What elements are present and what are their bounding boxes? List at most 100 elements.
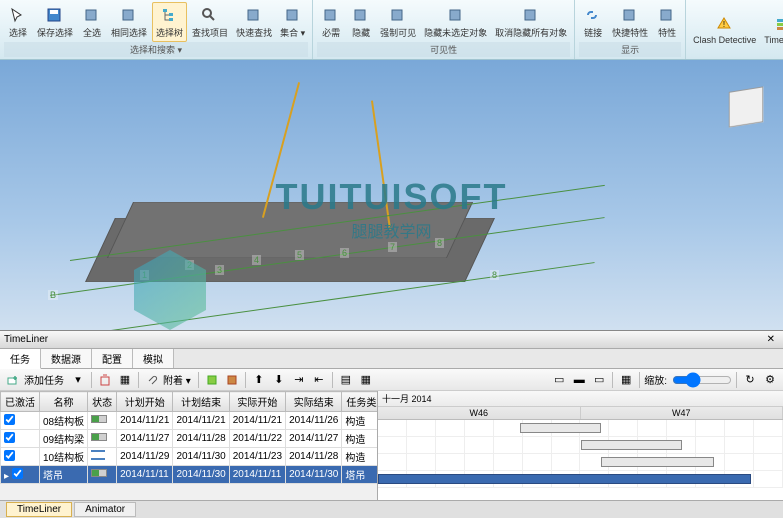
active-checkbox[interactable]	[4, 432, 15, 443]
force-button[interactable]: 强制可见	[377, 2, 419, 42]
gantt-chart[interactable]: 十一月 2014 W46W47	[378, 391, 783, 500]
props-button[interactable]: 特性	[653, 2, 681, 42]
table-row[interactable]: ▸ 塔吊2014/11/112014/11/302014/11/112014/1…	[1, 466, 379, 484]
tl-icon	[774, 15, 783, 35]
outdent-button[interactable]: ⇤	[310, 371, 328, 389]
status-icon	[91, 469, 107, 477]
ribbon: 选择保存选择全选相同选择选择树查找项目快速查找集合 ▾选择和搜索 ▾必需隐藏强制…	[0, 0, 783, 60]
gantt-bar[interactable]	[520, 423, 601, 433]
viewcube[interactable]	[729, 86, 763, 127]
bottom-tab-animator[interactable]: Animator	[74, 502, 136, 517]
gantt-row[interactable]	[378, 471, 783, 488]
tb-btn-6[interactable]: ▦	[357, 371, 375, 389]
timeliner-title: TimeLiner	[4, 334, 48, 345]
timeliner-panel: TimeLiner ✕ 任务数据源配置模拟 添加任务 ▾ ▦ 附着 ▾ ⬆ ⬇ …	[0, 330, 783, 500]
task-grid[interactable]: 已激活名称状态计划开始计划结束实际开始实际结束任务类型08结构板2014/11/…	[0, 391, 378, 500]
table-row[interactable]: 09结构梁2014/11/272014/11/282014/11/222014/…	[1, 430, 379, 448]
tb-btn-2[interactable]: ▦	[116, 371, 134, 389]
active-checkbox[interactable]	[4, 450, 15, 461]
svg-text:!: !	[723, 20, 725, 29]
tree-icon	[160, 6, 180, 26]
gantt-btn-1[interactable]: ▭	[550, 371, 568, 389]
move-up-button[interactable]: ⬆	[250, 371, 268, 389]
attach-button[interactable]	[143, 371, 161, 389]
gantt-bar[interactable]	[378, 474, 751, 484]
move-down-button[interactable]: ⬇	[270, 371, 288, 389]
all-icon	[82, 6, 102, 26]
save-button[interactable]: 保存选择	[34, 2, 76, 42]
select-button[interactable]: 选择	[4, 2, 32, 42]
add-task-label: 添加任务	[24, 372, 64, 387]
gantt-settings[interactable]: ⚙	[761, 371, 779, 389]
gantt-bar[interactable]	[581, 440, 682, 450]
timeliner-header[interactable]: TimeLiner ✕	[0, 331, 783, 349]
qfind-icon	[244, 6, 264, 26]
gantt-row[interactable]	[378, 420, 783, 437]
zoom-slider[interactable]	[672, 374, 732, 386]
sets-icon	[283, 6, 303, 26]
status-icon	[91, 415, 107, 423]
force-icon	[388, 6, 408, 26]
link-icon	[583, 6, 603, 26]
hide-button[interactable]: 隐藏	[347, 2, 375, 42]
qprop-icon	[620, 6, 640, 26]
gantt-bar[interactable]	[601, 457, 714, 467]
viewport-3d[interactable]: A B 1 2 3 4 5 6 7 8 8 TUITUISOFT 腿腿教学网	[0, 60, 783, 330]
task-dropdown[interactable]: ▾	[69, 371, 87, 389]
status-icon	[91, 433, 107, 441]
hideunsel-button[interactable]: 隐藏未选定对象	[421, 2, 490, 42]
tab-2[interactable]: 配置	[92, 349, 133, 368]
req-icon	[321, 6, 341, 26]
quick-button[interactable]: 快速查找	[233, 2, 275, 42]
tab-3[interactable]: 模拟	[133, 349, 174, 368]
delete-task-button[interactable]	[96, 371, 114, 389]
bottom-tab-timeliner[interactable]: TimeLiner	[6, 502, 72, 517]
hideun-icon	[446, 6, 466, 26]
add-task-button[interactable]	[4, 371, 22, 389]
clash-icon: !	[715, 15, 735, 35]
gantt-btn-3[interactable]: ▭	[590, 371, 608, 389]
timeliner-button[interactable]: TimeLiner	[761, 2, 783, 57]
timeliner-toolbar: 添加任务 ▾ ▦ 附着 ▾ ⬆ ⬇ ⇥ ⇤ ▤ ▦ ▭ ▬ ▭ ▦ 缩放: ↻ …	[0, 369, 783, 391]
same-icon	[119, 6, 139, 26]
prop-icon	[657, 6, 677, 26]
qprops-button[interactable]: 快捷特性	[609, 2, 651, 42]
unhide-icon	[521, 6, 541, 26]
require-button[interactable]: 必需	[317, 2, 345, 42]
zoom-label: 缩放:	[644, 372, 667, 387]
cursor-icon	[8, 6, 28, 26]
tab-1[interactable]: 数据源	[41, 349, 92, 368]
gantt-month: 十一月 2014	[378, 391, 783, 407]
gantt-row[interactable]	[378, 454, 783, 471]
table-row[interactable]: 08结构板2014/11/212014/11/212014/11/212014/…	[1, 412, 379, 430]
links-button[interactable]: 链接	[579, 2, 607, 42]
gantt-btn-2[interactable]: ▬	[570, 371, 588, 389]
bottom-tabs: TimeLinerAnimator	[0, 500, 783, 518]
tb-btn-4[interactable]	[223, 371, 241, 389]
tab-0[interactable]: 任务	[0, 349, 41, 369]
close-icon[interactable]: ✕	[763, 334, 779, 345]
save-icon	[45, 6, 65, 26]
indent-button[interactable]: ⇥	[290, 371, 308, 389]
all-button[interactable]: 全选	[78, 2, 106, 42]
table-row[interactable]: 10结构板2014/11/292014/11/302014/11/232014/…	[1, 448, 379, 466]
status-icon	[91, 450, 105, 460]
active-checkbox[interactable]	[12, 468, 23, 479]
gantt-row[interactable]	[378, 437, 783, 454]
same-button[interactable]: 相同选择	[108, 2, 150, 42]
active-checkbox[interactable]	[4, 414, 15, 425]
gantt-refresh[interactable]: ↻	[741, 371, 759, 389]
gantt-btn-4[interactable]: ▦	[617, 371, 635, 389]
tb-btn-3[interactable]	[203, 371, 221, 389]
tree-button[interactable]: 选择树	[152, 2, 187, 42]
unhide-button[interactable]: 取消隐藏所有对象	[492, 2, 570, 42]
sets-button[interactable]: 集合 ▾	[277, 2, 308, 42]
find-icon	[200, 6, 220, 26]
table-header: 已激活名称状态计划开始计划结束实际开始实际结束任务类型	[1, 392, 379, 412]
find-button[interactable]: 查找项目	[189, 2, 231, 42]
hide-icon	[351, 6, 371, 26]
tb-btn-5[interactable]: ▤	[337, 371, 355, 389]
model-3d: A B 1 2 3 4 5 6 7 8 8	[40, 140, 540, 320]
clash-button[interactable]: !Clash Detective	[690, 2, 759, 57]
timeliner-tabs: 任务数据源配置模拟	[0, 349, 783, 369]
